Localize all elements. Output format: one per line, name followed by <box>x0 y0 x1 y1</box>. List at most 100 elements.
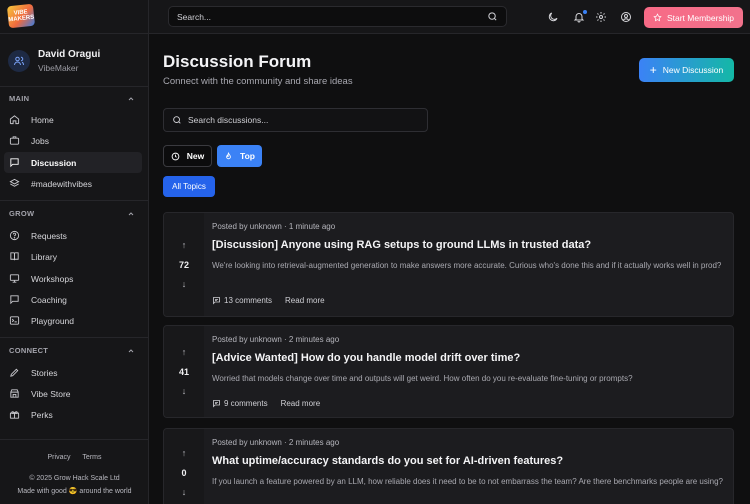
sidebar-item-label: Home <box>31 114 54 125</box>
sidebar-item-coaching[interactable]: Coaching <box>4 289 142 310</box>
page-title: Discussion Forum <box>163 52 312 71</box>
moon-icon[interactable] <box>547 11 559 23</box>
new-discussion-button[interactable]: + New Discussion <box>639 58 734 82</box>
chevron-up-icon <box>128 96 134 100</box>
sidebar: VIBE MAKERS David Oragui VibeMaker MAIN H… <box>0 0 149 504</box>
vote-count: 41 <box>178 366 189 377</box>
discussion-search-input[interactable]: Search discussions... <box>163 108 428 132</box>
read-more-link[interactable]: Read more <box>285 296 325 305</box>
chevron-up-icon <box>128 211 134 215</box>
post-card[interactable]: ↑ 72 ↓ Posted by unknown · 1 minute ago … <box>163 212 734 317</box>
post-title[interactable]: What uptime/accuracy standards do you se… <box>212 455 723 467</box>
sidebar-item-jobs[interactable]: Jobs <box>4 130 142 151</box>
search-icon <box>488 12 497 21</box>
sort-new-label: New <box>186 151 205 161</box>
sidebar-item-library[interactable]: Library <box>4 246 142 267</box>
sidebar-divider <box>0 86 149 87</box>
vote-count: 0 <box>181 468 187 478</box>
post-actions: 9 comments Read more <box>212 399 320 408</box>
chevron-up-icon <box>128 348 134 352</box>
chat-icon <box>10 295 19 305</box>
global-search-placeholder: Search... <box>177 11 212 22</box>
sidebar-item-discussion[interactable]: Discussion <box>4 152 142 173</box>
sidebar-divider <box>0 439 149 440</box>
new-discussion-label: New Discussion <box>662 65 724 75</box>
message-icon <box>10 158 19 168</box>
search-icon <box>173 116 181 124</box>
post-actions: 13 comments Read more <box>212 296 325 305</box>
briefcase-icon <box>9 136 20 145</box>
notification-dot <box>583 10 587 14</box>
terms-link[interactable]: Terms <box>82 454 101 461</box>
global-search-input[interactable]: Search... <box>168 6 507 27</box>
sidebar-item-label: Stories <box>31 367 58 378</box>
vote-panel: ↑ 41 ↓ <box>164 326 204 417</box>
all-topics-filter[interactable]: All Topics <box>163 176 215 197</box>
sidebar-item-label: #madewithvibes <box>31 178 92 189</box>
post-meta: Posted by unknown · 1 minute ago <box>212 222 336 231</box>
post-card[interactable]: ↑ 41 ↓ Posted by unknown · 2 minutes ago… <box>163 325 734 418</box>
users-icon <box>14 56 24 66</box>
gift-icon <box>9 411 20 419</box>
downvote-icon[interactable]: ↓ <box>182 488 187 497</box>
post-title[interactable]: [Discussion] Anyone using RAG setups to … <box>212 239 723 251</box>
read-more-link[interactable]: Read more <box>281 399 321 408</box>
upvote-icon[interactable]: ↑ <box>182 347 187 357</box>
section-main-label: MAIN <box>9 94 30 103</box>
upvote-icon[interactable]: ↑ <box>182 449 187 458</box>
sidebar-item-perks[interactable]: Perks <box>4 404 142 425</box>
sidebar-item-vibe-store[interactable]: Vibe Store <box>4 383 142 404</box>
post-card[interactable]: ↑ 0 ↓ Posted by unknown · 2 minutes ago … <box>163 428 734 504</box>
home-icon <box>9 115 20 125</box>
downvote-icon[interactable]: ↓ <box>182 279 187 289</box>
sidebar-item-workshops[interactable]: Workshops <box>4 268 142 289</box>
comment-icon <box>213 400 220 408</box>
sidebar-item-madewithvibes[interactable]: #madewithvibes <box>4 173 142 194</box>
comment-icon <box>213 297 220 305</box>
user-circle-icon[interactable] <box>620 11 632 23</box>
post-title[interactable]: [Advice Wanted] How do you handle model … <box>212 352 723 364</box>
plus-icon: + <box>649 63 657 77</box>
privacy-link[interactable]: Privacy <box>48 454 71 461</box>
sort-new-button[interactable]: New <box>163 145 212 167</box>
sidebar-item-playground[interactable]: Playground <box>4 310 142 331</box>
user-profile[interactable]: David Oragui VibeMaker <box>8 49 100 73</box>
copyright-text: © 2025 Grow Hack Scale Ltd <box>29 475 120 482</box>
sidebar-item-requests[interactable]: Requests <box>4 225 142 246</box>
section-grow-header[interactable]: GROW <box>9 209 135 218</box>
sidebar-item-label: Playground <box>31 315 75 326</box>
upvote-icon[interactable]: ↑ <box>182 240 187 250</box>
topbar: Search... Start Membership <box>149 0 750 34</box>
sort-top-button[interactable]: Top <box>217 145 262 167</box>
sidebar-item-stories[interactable]: Stories <box>4 362 142 383</box>
vote-panel: ↑ 0 ↓ <box>164 429 204 504</box>
post-excerpt: We're looking into retrieval-augmented g… <box>212 261 722 270</box>
start-membership-button[interactable]: Start Membership <box>644 7 743 28</box>
made-with-text: Made with good 😎 around the world <box>17 488 132 495</box>
sidebar-item-label: Requests <box>31 230 67 241</box>
page-subtitle: Connect with the community and share ide… <box>163 76 353 87</box>
sidebar-item-home[interactable]: Home <box>4 109 142 130</box>
post-meta: Posted by unknown · 2 minutes ago <box>212 438 340 447</box>
section-main-header[interactable]: MAIN <box>9 94 135 103</box>
app-logo[interactable]: VIBE MAKERS <box>6 3 36 29</box>
sort-top-label: Top <box>240 151 255 161</box>
comments-link[interactable]: 9 comments <box>224 399 268 408</box>
comments-link[interactable]: 13 comments <box>224 296 272 305</box>
help-circle-icon <box>9 230 20 241</box>
downvote-icon[interactable]: ↓ <box>182 386 187 396</box>
sidebar-divider <box>0 200 149 201</box>
section-grow-label: GROW <box>9 209 35 218</box>
sidebar-item-label: Jobs <box>31 135 49 146</box>
sidebar-divider <box>0 33 149 34</box>
sidebar-item-label: Workshops <box>31 273 74 284</box>
section-connect-header[interactable]: CONNECT <box>9 346 135 355</box>
store-icon <box>10 389 19 398</box>
vote-count: 72 <box>178 259 189 270</box>
footer-links: Privacy Terms <box>0 454 149 461</box>
sidebar-item-label: Discussion <box>31 157 77 168</box>
gear-icon[interactable] <box>595 11 607 23</box>
flame-icon <box>226 151 231 159</box>
post-excerpt: Worried that models change over time and… <box>212 374 633 383</box>
sidebar-item-label: Library <box>31 251 57 262</box>
